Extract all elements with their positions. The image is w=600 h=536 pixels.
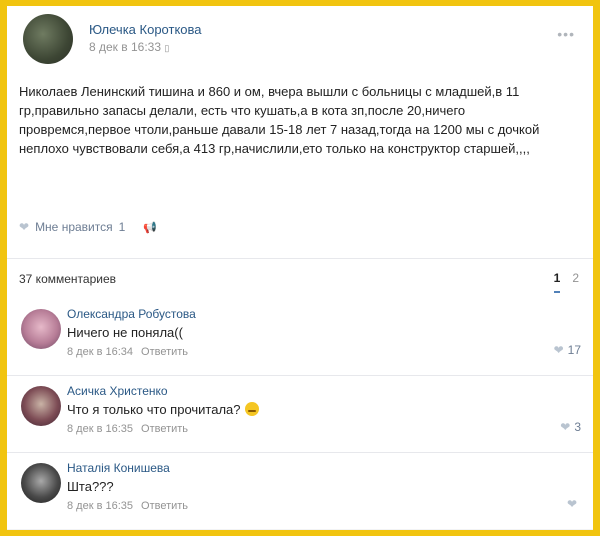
comment-date[interactable]: 8 дек в 16:34 (67, 346, 133, 358)
comment-like-count: 3 (574, 420, 581, 434)
commenter-name[interactable]: Наталія Конишева (67, 461, 170, 475)
like-button[interactable]: ❤ Мне нравится 1 📢 (19, 220, 157, 234)
page-1-link[interactable]: 1 (553, 271, 561, 293)
comment-item: Наталія Конишева Шта??? 8 дек в 16:35 Отв… (7, 453, 593, 529)
vk-post-frame: Юлечка Короткова 8 дек в 16:33 ▯ ••• Ник… (7, 6, 593, 530)
comment-like-button[interactable]: ❤ 17 (554, 343, 581, 357)
comment-text: Шта??? (67, 479, 114, 494)
comment-like-count: 17 (567, 343, 581, 357)
comment-like-button[interactable]: ❤ 3 (560, 420, 581, 434)
comments-count: 37 комментариев (19, 272, 117, 286)
grimace-emoji-icon (244, 402, 259, 416)
post-date[interactable]: 8 дек в 16:33 ▯ (89, 40, 169, 54)
comments-header: 37 комментариев 1 2 (7, 258, 593, 300)
comment-text-content: Что я только что прочитала? (67, 402, 241, 417)
heart-icon: ❤ (553, 343, 564, 357)
page-2-link[interactable]: 2 (572, 271, 579, 293)
author-avatar[interactable] (23, 14, 73, 64)
reply-button[interactable]: Ответить (141, 423, 188, 435)
commenter-avatar[interactable] (21, 309, 61, 349)
reply-button[interactable]: Ответить (141, 500, 188, 512)
post-card: Юлечка Короткова 8 дек в 16:33 ▯ ••• Ник… (7, 6, 593, 258)
comment-meta: 8 дек в 16:35 Ответить (67, 500, 188, 512)
reply-button[interactable]: Ответить (141, 346, 188, 358)
lock-icon: ▯ (164, 43, 170, 53)
comment-text: Ничего не поняла(( (67, 325, 183, 340)
heart-icon: ❤ (560, 420, 571, 434)
author-name[interactable]: Юлечка Короткова (89, 22, 202, 37)
more-dots-icon[interactable]: ••• (557, 26, 575, 42)
share-icon[interactable]: 📢 (143, 221, 157, 234)
like-label: Мне нравится (35, 220, 113, 234)
heart-icon: ❤ (19, 220, 30, 234)
commenter-name[interactable]: Олександра Робустова (67, 307, 196, 321)
comment-item: Олександра Робустова Ничего не поняла(( … (7, 299, 593, 376)
comment-date[interactable]: 8 дек в 16:35 (67, 500, 133, 512)
comment-meta: 8 дек в 16:34 Ответить (67, 346, 188, 358)
commenter-avatar[interactable] (21, 463, 61, 503)
commenter-name[interactable]: Асичка Христенко (67, 384, 168, 398)
comment-meta: 8 дек в 16:35 Ответить (67, 423, 188, 435)
comments-pager: 1 2 (553, 271, 579, 293)
comment-like-button[interactable]: ❤ (567, 497, 581, 511)
like-count: 1 (118, 220, 126, 234)
post-text: Николаев Ленинский тишина и 860 и ом, вч… (19, 84, 540, 156)
comment-text: Что я только что прочитала? (67, 402, 259, 417)
heart-icon: ❤ (566, 497, 577, 511)
comment-date[interactable]: 8 дек в 16:35 (67, 423, 133, 435)
post-date-text: 8 дек в 16:33 (89, 40, 162, 54)
commenter-avatar[interactable] (21, 386, 61, 426)
comment-item: Асичка Христенко Что я только что прочит… (7, 376, 593, 453)
